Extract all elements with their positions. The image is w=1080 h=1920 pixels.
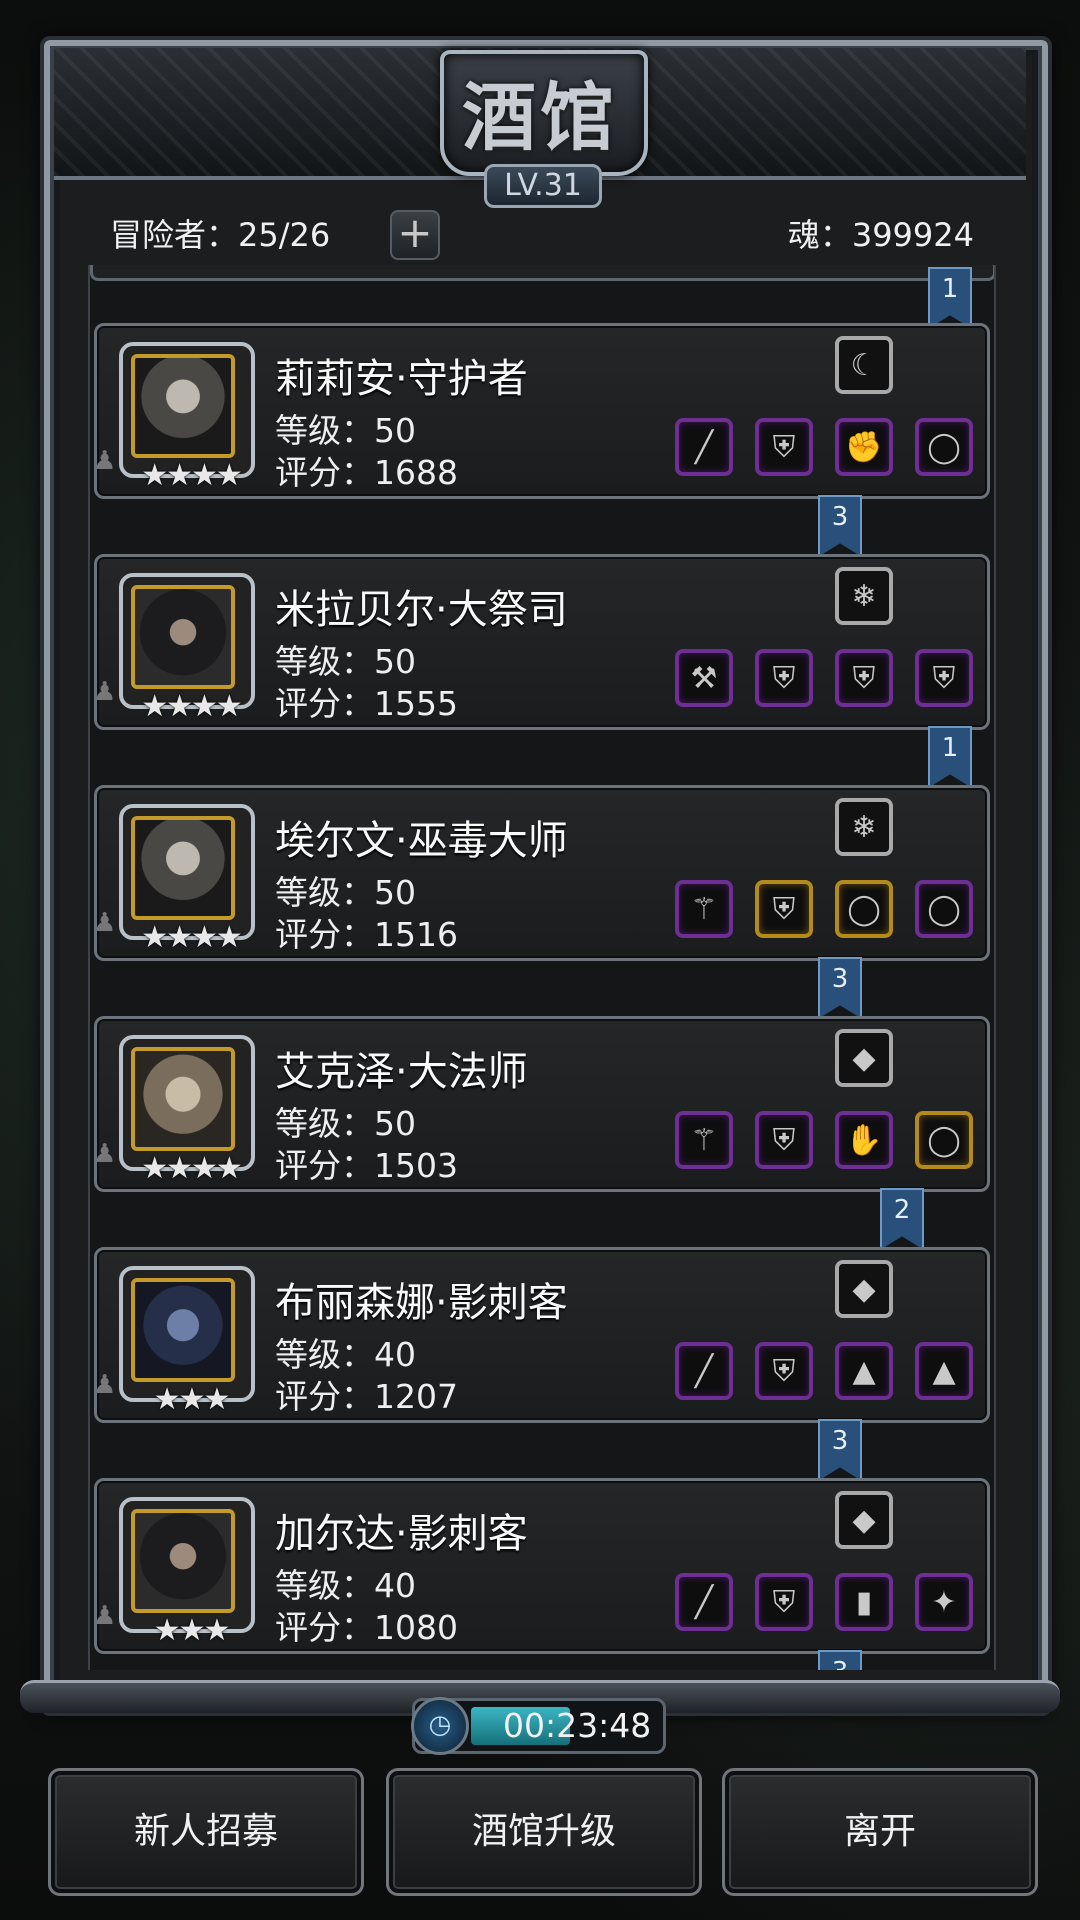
dagger-icon[interactable]: ╱ [675,1342,733,1400]
hammer-icon[interactable]: ⚒ [675,649,733,707]
ring-icon[interactable]: ◯ [915,1111,973,1169]
hero-score: 评分：1555 [275,684,458,723]
hero-card[interactable]: ★★★ ♟ 加尔达·影刺客等级：40 评分：1080 ◆ ╱ ⛨ ▮ ✦ [93,1478,990,1654]
refresh-timer: ◷ 00:23:48 [411,1697,666,1755]
cloak-icon[interactable]: ▲ [915,1342,973,1400]
chest-armor-icon[interactable]: ⛨ [755,418,813,476]
hero-level: 等级：40 [275,1335,416,1374]
hero-score: 评分：1503 [275,1146,458,1185]
rank-tag: 3 [818,1650,862,1670]
hero-level: 等级：50 [275,1104,416,1143]
figure-icon: ♟ [93,1139,117,1169]
claw-glove-icon[interactable]: ✋ [835,1111,893,1169]
hero-portrait[interactable]: ★★★★ [119,804,255,955]
crystal-blue-icon[interactable]: ❄ [835,798,893,856]
recruit-button[interactable]: 新人招募 [48,1768,364,1896]
chest-armor-icon[interactable]: ⛨ [755,880,813,938]
portrait-image [131,1509,235,1613]
hero-portrait[interactable]: ★★★★ [119,573,255,724]
hero-score: 评分：1207 [275,1377,458,1416]
star-rating: ★★★★ [141,920,243,955]
gauntlet-icon[interactable]: ✊ [835,418,893,476]
purple-armor-icon[interactable]: ⛨ [755,1573,813,1631]
ring-icon[interactable]: ◯ [915,418,973,476]
hero-card[interactable]: ★★★★ ♟ 米拉贝尔·大祭司等级：50 评分：1555 ❄ ⚒ ⛨ ⛨ ⛨ [93,554,990,730]
tavern-level-badge: LV.31 [484,164,602,208]
hero-name: 埃尔文·巫毒大师 [275,818,568,864]
bracer-icon[interactable]: ▮ [835,1573,893,1631]
rank-tag: 3 [818,495,862,557]
hero-level: 等级：40 [275,1566,416,1605]
adventurer-count: 冒险者：25/26 [110,216,331,254]
list-item-partial [90,265,994,281]
crystal-purple-icon[interactable]: ◆ [835,1491,893,1549]
hero-name: 艾克泽·大法师 [275,1049,528,1095]
amulet-icon[interactable]: ✦ [915,1573,973,1631]
hero-name: 莉莉安·守护者 [275,356,528,402]
hero-level: 等级：50 [275,873,416,912]
hero-score: 评分：1080 [275,1608,458,1647]
figure-icon: ♟ [93,1370,117,1400]
hero-card[interactable]: ★★★★ ♟ 莉莉安·守护者等级：50 评分：1688 ☾ ╱ ⛨ ✊ ◯ [93,323,990,499]
hero-level: 等级：50 [275,642,416,681]
rank-tag: 3 [818,957,862,1019]
portrait-image [131,585,235,689]
purple-armor-icon[interactable]: ⛨ [755,1111,813,1169]
ring-icon[interactable]: ◯ [915,880,973,938]
hero-name: 米拉贝尔·大祭司 [275,587,568,633]
crystal-blue-icon[interactable]: ❄ [835,567,893,625]
hero-card[interactable]: ★★★ ♟ 布丽森娜·影刺客等级：40 评分：1207 ◆ ╱ ⛨ ▲ ▲ [93,1247,990,1423]
chest-armor-icon[interactable]: ⛨ [755,649,813,707]
staff-icon[interactable]: ⚚ [675,880,733,938]
hero-score: 评分：1688 [275,453,458,492]
rank-tag: 1 [928,726,972,788]
vest-icon[interactable]: ⛨ [835,649,893,707]
claw-icon[interactable]: ☾ [835,336,893,394]
hero-portrait[interactable]: ★★★ [119,1497,255,1648]
portrait-image [131,1278,235,1382]
page-title: 酒馆 [462,75,618,161]
purple-armor-icon[interactable]: ⛨ [755,1342,813,1400]
hero-portrait[interactable]: ★★★★ [119,1035,255,1186]
dagger-icon[interactable]: ╱ [675,1573,733,1631]
ring-icon[interactable]: ◯ [835,880,893,938]
hero-score: 评分：1516 [275,915,458,954]
hero-name: 加尔达·影刺客 [275,1511,528,1557]
hero-card[interactable]: ★★★★ ♟ 艾克泽·大法师等级：50 评分：1503 ◆ ⚚ ⛨ ✋ ◯ [93,1016,990,1192]
figure-icon: ♟ [93,908,117,938]
leave-button[interactable]: 离开 [722,1768,1038,1896]
hero-portrait[interactable]: ★★★ [119,1266,255,1417]
star-rating: ★★★ [153,1613,231,1648]
portrait-image [131,816,235,920]
upgrade-tavern-button[interactable]: 酒馆升级 [386,1768,702,1896]
rank-tag: 2 [880,1188,924,1250]
hero-level: 等级：50 [275,411,416,450]
vest-icon[interactable]: ⛨ [915,649,973,707]
clock-icon: ◷ [411,1697,469,1755]
portrait-image [131,354,235,458]
hero-portrait[interactable]: ★★★★ [119,342,255,493]
rank-tag: 3 [818,1419,862,1481]
plus-icon: + [397,208,433,257]
portrait-image [131,1047,235,1151]
add-slot-button[interactable]: + [390,210,440,260]
figure-icon: ♟ [93,677,117,707]
star-rating: ★★★★ [141,458,243,493]
cloak-icon[interactable]: ▲ [835,1342,893,1400]
rank-tag: 1 [928,267,972,329]
star-rating: ★★★ [153,1382,231,1417]
timer-text: 00:23:48 [503,1706,652,1745]
figure-icon: ♟ [93,446,117,476]
crystal-purple-icon[interactable]: ◆ [835,1260,893,1318]
figure-icon: ♟ [93,1601,117,1631]
star-rating: ★★★★ [141,1151,243,1186]
hero-name: 布丽森娜·影刺客 [275,1280,568,1326]
hero-card[interactable]: ★★★★ ♟ 埃尔文·巫毒大师等级：50 评分：1516 ❄ ⚚ ⛨ ◯ ◯ [93,785,990,961]
staff-icon[interactable]: ⚚ [675,1111,733,1169]
hero-list[interactable]: 1 ★★★★ ♟ 莉莉安·守护者 等级：50 评分：1688 ☾ ╱ ⛨ ✊ ◯ 3 ★★★★ ♟ 米拉贝… [88,265,996,1670]
crystal-purple-icon[interactable]: ◆ [835,1029,893,1087]
soul-currency: 魂：399924 [787,216,974,254]
star-rating: ★★★★ [141,689,243,724]
spear-icon[interactable]: ╱ [675,418,733,476]
